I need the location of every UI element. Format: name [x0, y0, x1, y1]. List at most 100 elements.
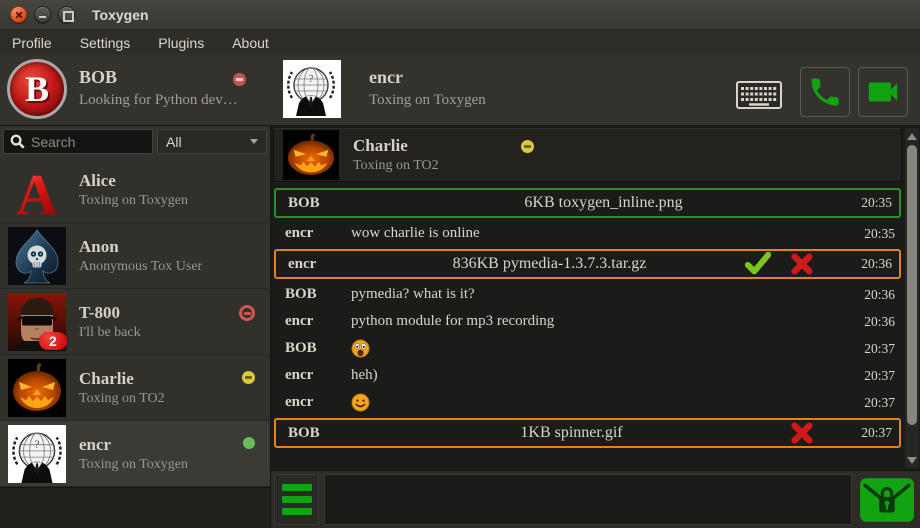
message-text: pymedia? what is it? — [351, 286, 856, 303]
window-minimize-button[interactable] — [34, 6, 51, 23]
contact-item-charlie[interactable]: Charlie Toxing on TO2 — [0, 355, 270, 421]
send-message-button[interactable] — [857, 474, 917, 525]
self-avatar[interactable]: B — [7, 59, 67, 119]
peer-card-name: Charlie — [353, 136, 521, 156]
chat-panel: Charlie Toxing on TO2 BOB 6KB toxygen_in… — [271, 126, 920, 528]
message-sender: encr — [276, 256, 354, 273]
search-row: All — [0, 126, 270, 157]
contact-filter-value: All — [166, 134, 182, 150]
avatar-anonymous-logo: ? — [8, 425, 66, 483]
message-time: 20:35 — [853, 195, 899, 211]
message-row: BOB 20:37 — [273, 335, 902, 362]
self-profile-text: BOB Looking for Python dev… — [79, 55, 272, 125]
contact-name: encr — [79, 435, 270, 455]
online-status-icon — [243, 437, 255, 449]
search-box[interactable] — [3, 129, 153, 154]
accept-transfer-button[interactable] — [745, 251, 771, 277]
avatar-spade-skull — [8, 227, 66, 285]
contact-item-t800[interactable]: T-800 I'll be back 2 — [0, 289, 270, 355]
anonymous-logo-icon: ? — [283, 60, 339, 116]
message-time: 20:37 — [853, 425, 899, 441]
contact-status-message: I'll be back — [79, 325, 270, 341]
unread-count-badge: 2 — [39, 332, 67, 350]
file-transfer-label: 836KB pymedia-1.3.7.3.tar.gz — [354, 255, 745, 273]
message-row: encr heh) 20:37 — [273, 362, 902, 389]
contact-status-message: Anonymous Tox User — [79, 259, 270, 275]
message-text: wow charlie is online — [351, 225, 856, 242]
message-sender: BOB — [273, 286, 351, 303]
contact-text: Alice Toxing on Toxygen — [79, 171, 270, 209]
menu-about[interactable]: About — [232, 35, 269, 51]
file-transfer-row: BOB 6KB toxygen_inline.png 20:35 — [274, 188, 901, 218]
message-sender: encr — [273, 225, 351, 242]
message-text: python module for mp3 recording — [351, 313, 856, 330]
main-area: All A Alice Toxing on Toxygen — [0, 125, 920, 528]
audio-call-button[interactable] — [800, 67, 850, 117]
peer-status-message: Toxing on Toxygen — [369, 92, 486, 109]
message-time: 20:36 — [853, 256, 899, 272]
scrollbar-thumb[interactable] — [907, 145, 917, 425]
sidebar-footer — [0, 487, 270, 528]
message-time: 20:35 — [856, 226, 902, 242]
sidebar: All A Alice Toxing on Toxygen — [0, 126, 271, 528]
window-close-button[interactable] — [10, 6, 27, 23]
menu-settings[interactable]: Settings — [80, 35, 131, 51]
peer-name: encr — [369, 67, 403, 88]
chat-peer-card: Charlie Toxing on TO2 — [273, 128, 902, 182]
message-time: 20:36 — [856, 314, 902, 330]
phone-icon — [807, 74, 843, 110]
contact-name: Anon — [79, 237, 270, 257]
avatar-jack-o-lantern — [283, 130, 339, 180]
avatar-red-letter-a: A — [8, 161, 66, 219]
contact-text: Charlie Toxing on TO2 — [79, 369, 270, 407]
message-input[interactable] — [324, 474, 852, 525]
message-history: Charlie Toxing on TO2 BOB 6KB toxygen_in… — [271, 126, 920, 470]
chat-scrollbar[interactable] — [905, 128, 919, 468]
scrollbar-down-arrow[interactable] — [905, 453, 919, 467]
toxygen-window: Toxygen Profile Settings Plugins About B… — [0, 0, 920, 528]
away-status-icon — [521, 140, 534, 153]
shocked-face-emoji-icon — [351, 339, 370, 358]
video-call-button[interactable] — [858, 67, 908, 117]
attachments-menu-button[interactable] — [274, 474, 319, 525]
window-title: Toxygen — [92, 7, 149, 23]
peer-profile: ? encr Toxing on Toxygen — [272, 55, 486, 125]
file-transfer-row: BOB 1KB spinner.gif 20:37 — [274, 418, 901, 448]
file-transfer-label: 6KB toxygen_inline.png — [354, 194, 853, 212]
message-row: BOB pymedia? what is it? 20:36 — [273, 281, 902, 308]
message-time: 20:37 — [856, 368, 902, 384]
decline-transfer-button[interactable] — [789, 251, 815, 277]
cross-icon — [790, 252, 814, 276]
busy-status-icon — [239, 305, 255, 321]
contact-name: Alice — [79, 171, 270, 191]
peer-profile-text: encr Toxing on Toxygen — [369, 55, 486, 125]
message-sender: encr — [273, 394, 351, 411]
contact-filter-dropdown[interactable]: All — [157, 129, 267, 154]
decline-transfer-button[interactable] — [789, 420, 815, 446]
menu-profile[interactable]: Profile — [12, 35, 52, 51]
peer-card-status-message: Toxing on TO2 — [353, 158, 521, 174]
contact-item-encr[interactable]: ? encr Toxing on Toxygen — [0, 421, 270, 487]
message-row: encr 20:37 — [273, 389, 902, 416]
message-row: encr python module for mp3 recording 20:… — [273, 308, 902, 335]
menu-plugins[interactable]: Plugins — [158, 35, 204, 51]
contact-item-anon[interactable]: Anon Anonymous Tox User — [0, 223, 270, 289]
contact-status-message: Toxing on Toxygen — [79, 457, 270, 473]
window-maximize-button[interactable] — [58, 6, 75, 23]
hamburger-icon — [282, 484, 312, 491]
self-profile[interactable]: B BOB Looking for Python dev… — [0, 55, 272, 125]
scrollbar-up-arrow[interactable] — [905, 129, 919, 143]
contact-status-message: Toxing on Toxygen — [79, 193, 270, 209]
cross-icon — [790, 421, 814, 445]
smiling-face-emoji-icon — [351, 393, 370, 412]
file-transfer-label: 1KB spinner.gif — [354, 424, 789, 442]
svg-text:?: ? — [34, 438, 39, 450]
keyboard-button[interactable] — [735, 81, 783, 111]
contact-list: A Alice Toxing on Toxygen — [0, 157, 270, 487]
contact-item-alice[interactable]: A Alice Toxing on Toxygen — [0, 157, 270, 223]
avatar-jack-o-lantern — [8, 359, 66, 417]
menubar: Profile Settings Plugins About — [0, 30, 920, 55]
message-text — [351, 393, 856, 412]
file-transfer-row: encr 836KB pymedia-1.3.7.3.tar.gz — [274, 249, 901, 279]
search-input[interactable] — [31, 134, 146, 150]
